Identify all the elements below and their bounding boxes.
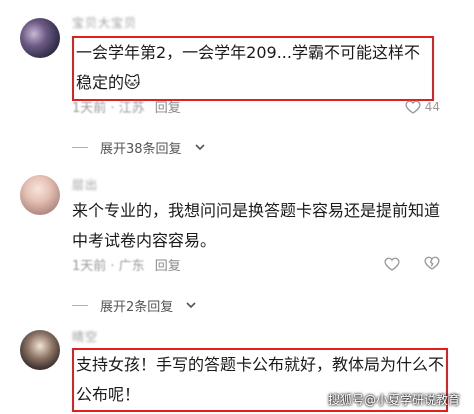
heart-icon — [384, 257, 400, 271]
divider-line — [72, 304, 88, 306]
like-button[interactable]: 44 — [405, 99, 440, 115]
like-count: 44 — [424, 100, 440, 114]
comment-meta: 1天前 · 江苏 回复 — [72, 96, 181, 116]
avatar[interactable] — [20, 175, 60, 215]
like-button[interactable] — [384, 256, 400, 272]
avatar[interactable] — [20, 330, 60, 370]
chevron-down-icon — [186, 302, 196, 309]
comment-text: 一会学年第2，一会学年209...学霸不可能这样不稳定的🐱 — [72, 36, 434, 101]
reply-button[interactable]: 回复 — [155, 255, 181, 274]
username[interactable]: 宝贝大宝贝 — [72, 14, 137, 31]
location-label: 1天前 · 江苏 — [72, 100, 145, 116]
username[interactable]: 层出 — [72, 176, 98, 193]
chevron-down-icon — [194, 144, 205, 151]
comment-text: 来个专业的，我想问问是换答题卡容易还是提前知道中考试卷内容容易。 — [72, 201, 441, 250]
comment-meta: 1天前 · 广东 回复 — [72, 254, 181, 274]
heart-icon — [405, 100, 421, 114]
avatar[interactable] — [20, 18, 60, 58]
dislike-button[interactable] — [424, 255, 440, 274]
divider-line — [72, 146, 88, 148]
expand-replies-button[interactable]: 展开2条回复 — [72, 294, 197, 316]
reply-button[interactable]: 回复 — [155, 97, 181, 116]
comment-actions: 44 — [405, 96, 440, 118]
username[interactable]: 晴空 — [72, 328, 98, 345]
broken-heart-icon — [424, 256, 440, 270]
location-label: 1天前 · 广东 — [72, 258, 145, 274]
comment-actions — [384, 253, 440, 275]
expand-replies-button[interactable]: 展开38条回复 — [72, 136, 206, 158]
watermark: 搜狐号@小夏学研说教育 — [327, 393, 460, 407]
